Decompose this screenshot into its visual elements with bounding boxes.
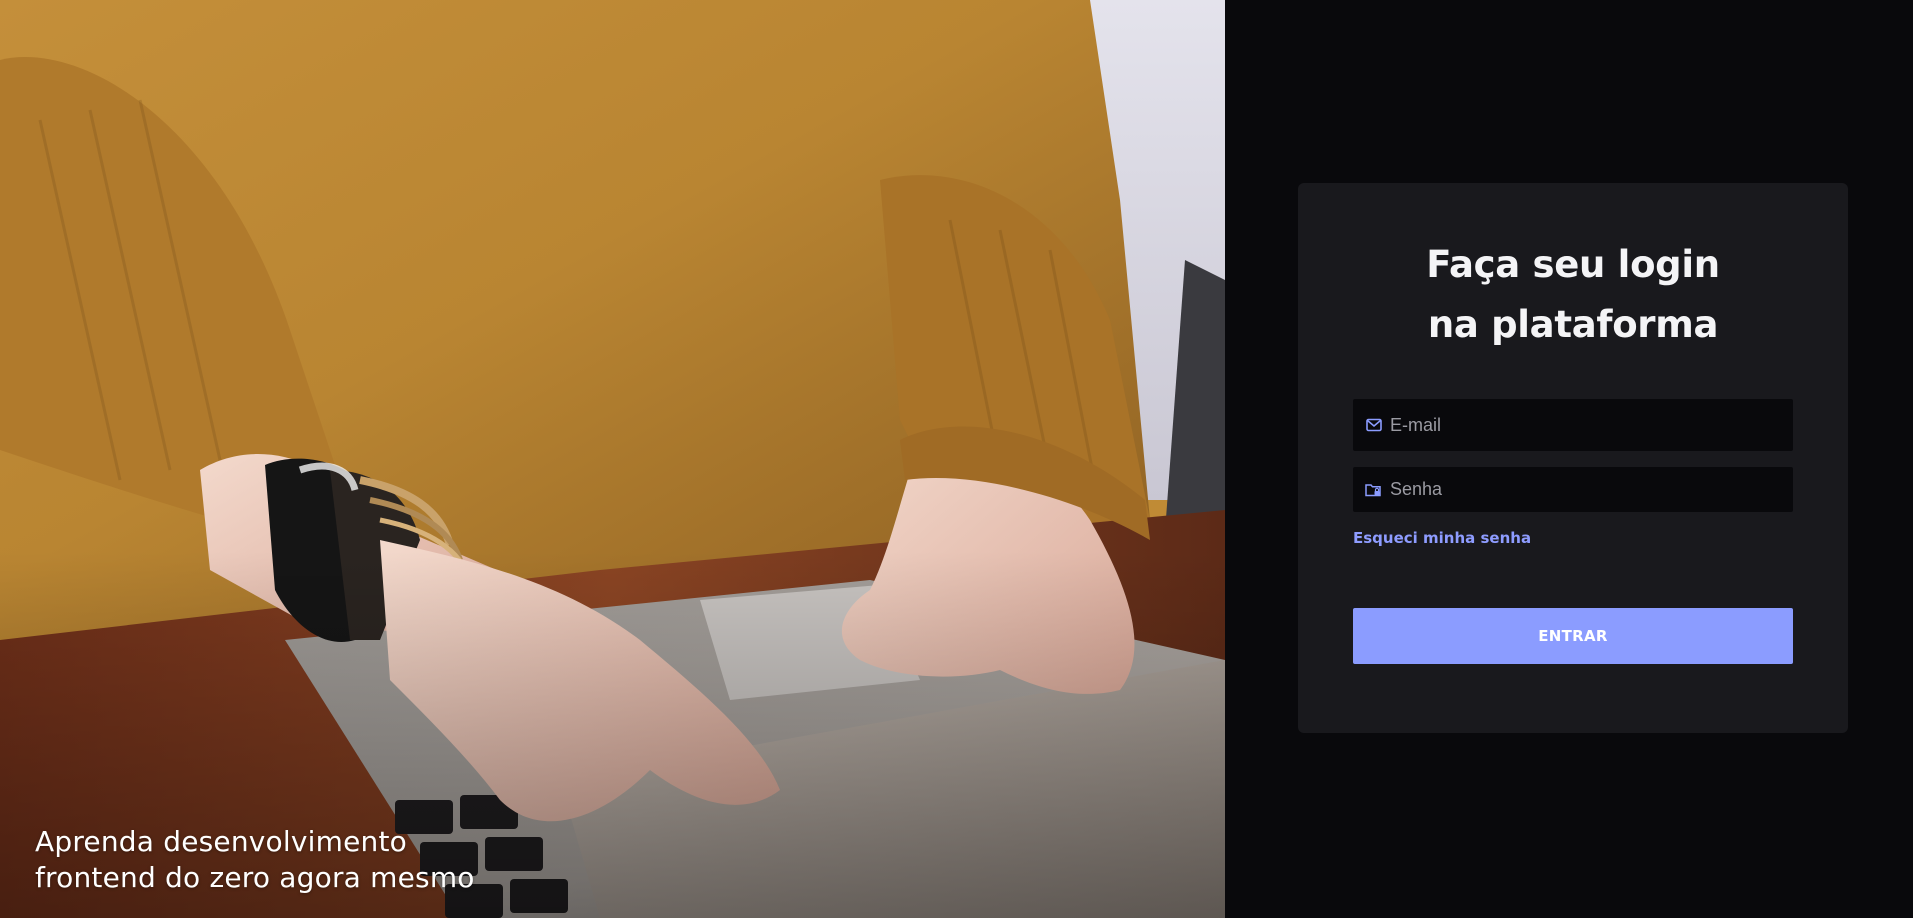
password-field[interactable]	[1353, 467, 1793, 512]
hero-photo	[0, 0, 1225, 918]
login-title-line-1: Faça seu login	[1426, 243, 1720, 286]
hero-caption: Aprenda desenvolvimento frontend do zero…	[35, 824, 475, 896]
forgot-password-link[interactable]: Esqueci minha senha	[1353, 529, 1531, 547]
login-title-line-2: na plataforma	[1427, 303, 1719, 346]
login-page: Aprenda desenvolvimento frontend do zero…	[0, 0, 1913, 918]
password-input[interactable]	[1390, 467, 1793, 512]
login-panel: Faça seu login na plataforma E-mail Esqu…	[1225, 0, 1913, 918]
folder-lock-icon	[1365, 481, 1382, 498]
mail-icon	[1365, 417, 1382, 434]
hero-photo-panel: Aprenda desenvolvimento frontend do zero…	[0, 0, 1225, 918]
email-field[interactable]	[1353, 399, 1793, 451]
email-input[interactable]	[1390, 399, 1793, 451]
login-title: Faça seu login na plataforma	[1298, 235, 1848, 355]
hero-caption-line-2: frontend do zero agora mesmo	[35, 861, 475, 894]
hero-caption-line-1: Aprenda desenvolvimento	[35, 825, 407, 858]
login-card: Faça seu login na plataforma E-mail Esqu…	[1298, 183, 1848, 733]
login-submit-button[interactable]: ENTRAR	[1353, 608, 1793, 664]
